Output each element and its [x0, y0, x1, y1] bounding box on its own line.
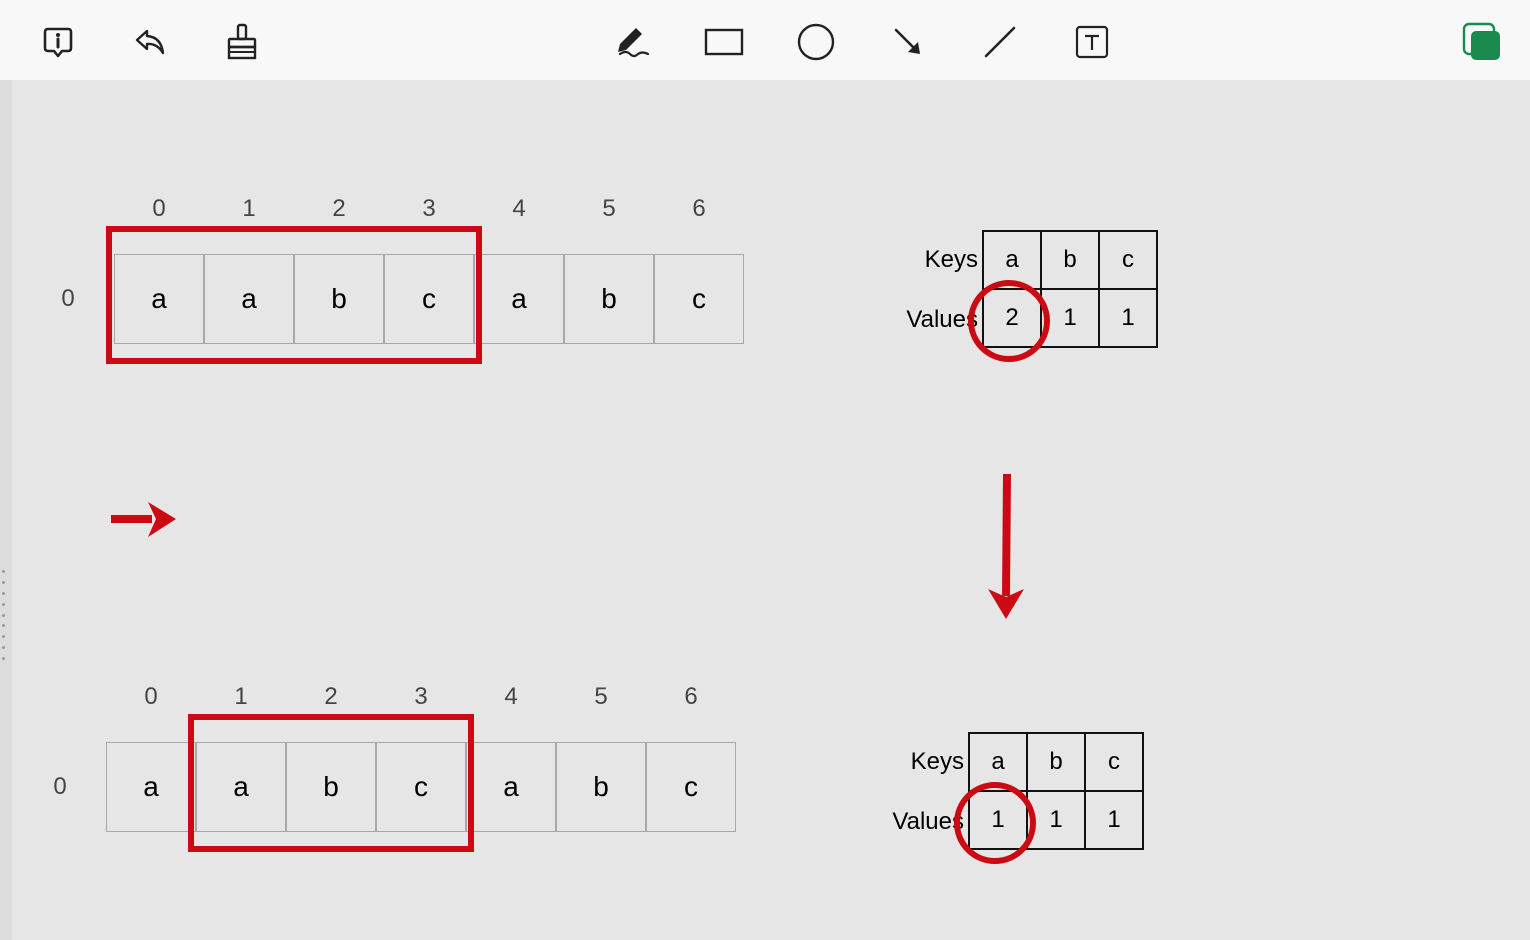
bottom-array-index-label: 6 — [684, 683, 698, 710]
line-tool-button[interactable] — [978, 20, 1022, 64]
pen-icon — [618, 28, 650, 58]
side-panel-edge — [0, 80, 12, 940]
color-swatch-icon — [1462, 22, 1500, 60]
top-table-value-cell: 1 — [1098, 288, 1158, 348]
bottom-array-index-label: 5 — [594, 683, 608, 710]
top-table-values-label: Values — [906, 306, 978, 333]
bottom-array-index-label: 4 — [504, 683, 518, 710]
bottom-array-index-label: 1 — [234, 683, 248, 710]
text-box-icon — [1075, 25, 1109, 59]
bottom-array-index-label: 3 — [414, 683, 428, 710]
top-array-cell: a — [474, 254, 564, 344]
bottom-table-key-cell: c — [1084, 732, 1144, 792]
bottom-table-value-cell: 1 — [1084, 790, 1144, 850]
undo-button[interactable] — [128, 20, 172, 64]
top-array-index-label: 0 — [152, 195, 166, 222]
line-icon — [984, 26, 1016, 58]
resize-handle[interactable] — [0, 570, 6, 660]
top-array-index-label: 1 — [242, 195, 256, 222]
top-table-circle-highlight — [968, 280, 1050, 362]
toolbar — [0, 0, 1530, 80]
undo-icon — [135, 29, 165, 55]
top-array-cell: b — [564, 254, 654, 344]
bottom-table-key-cell: b — [1026, 732, 1086, 792]
top-table-key-cell: b — [1040, 230, 1100, 290]
top-array-cell: c — [654, 254, 744, 344]
pen-tool-button[interactable] — [610, 20, 654, 64]
top-array-row-label: 0 — [61, 285, 75, 312]
bottom-array-cell: c — [646, 742, 736, 832]
top-table-key-cell: c — [1098, 230, 1158, 290]
bottom-table-keys-label: Keys — [910, 748, 964, 775]
bottom-array-cell: b — [556, 742, 646, 832]
top-table-keys-label: Keys — [924, 246, 978, 273]
bottom-table-circle-highlight — [954, 782, 1036, 864]
top-array-index-label: 4 — [512, 195, 526, 222]
info-button[interactable] — [36, 20, 80, 64]
rectangle-tool-button[interactable] — [702, 20, 746, 64]
clear-button[interactable] — [220, 20, 264, 64]
bottom-table-values-label: Values — [892, 808, 964, 835]
top-array-index-label: 3 — [422, 195, 436, 222]
info-icon — [43, 27, 73, 58]
clear-brush-icon — [227, 23, 257, 60]
bottom-array-row-label: 0 — [53, 773, 67, 800]
top-array-index-label: 5 — [602, 195, 616, 222]
top-array-window-highlight — [106, 226, 482, 364]
bottom-array-index-label: 2 — [324, 683, 338, 710]
rectangle-icon — [704, 28, 744, 56]
circle-tool-button[interactable] — [794, 20, 838, 64]
text-tool-button[interactable] — [1070, 20, 1114, 64]
bottom-array-index-label: 0 — [144, 683, 158, 710]
arrow-tool-button[interactable] — [886, 20, 930, 64]
top-array-index-label: 2 — [332, 195, 346, 222]
circle-icon — [797, 23, 835, 61]
bottom-array-window-highlight — [188, 714, 474, 852]
color-picker-button[interactable] — [1460, 20, 1504, 64]
arrow-icon — [894, 28, 920, 54]
bottom-array-cell: a — [466, 742, 556, 832]
top-array-index-label: 6 — [692, 195, 706, 222]
bottom-array-cell: a — [106, 742, 196, 832]
